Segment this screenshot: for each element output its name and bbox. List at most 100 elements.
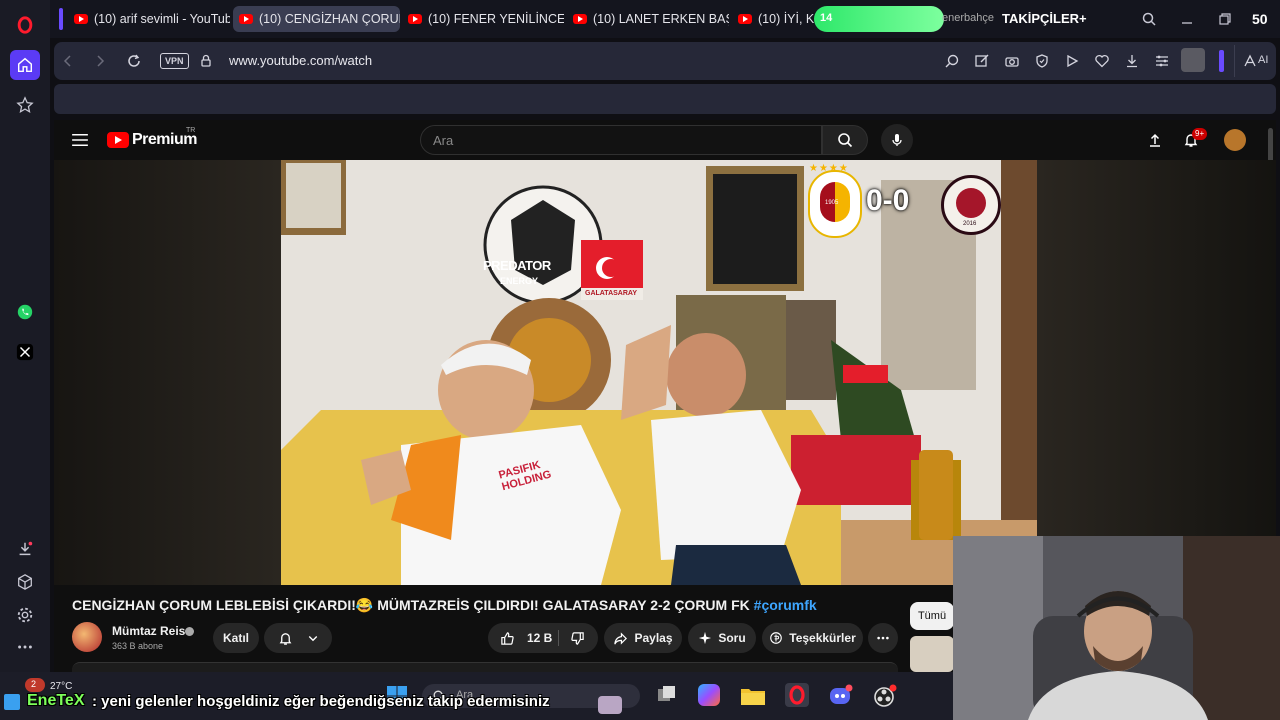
home-icon[interactable] <box>10 50 40 80</box>
youtube-favicon-icon <box>738 14 752 24</box>
obs-icon[interactable] <box>873 684 897 708</box>
ai-label[interactable]: AI <box>1258 54 1268 66</box>
recommended-thumbnail[interactable] <box>910 636 954 672</box>
edit-icon[interactable] <box>974 53 990 69</box>
verified-check-icon <box>185 627 194 636</box>
search-input[interactable]: Ara <box>420 125 822 155</box>
weather-badge: 2 <box>31 679 37 689</box>
shield-icon[interactable] <box>1034 53 1050 69</box>
tab-fener-yenilince[interactable]: (10) FENER YENİLİNCE DÜ <box>402 6 564 32</box>
search-button[interactable] <box>822 125 868 155</box>
extensions-cube-icon[interactable] <box>10 567 40 597</box>
download-icon[interactable] <box>1124 53 1140 69</box>
url-field[interactable]: www.youtube.com/watch <box>229 53 372 68</box>
tab-iyi-ko[interactable]: (10) İYİ, KÖ <box>732 6 816 32</box>
hamburger-menu-icon[interactable] <box>70 132 90 148</box>
lock-icon[interactable] <box>198 53 214 69</box>
channel-avatar[interactable] <box>72 622 102 652</box>
downloads-icon[interactable] <box>10 534 40 564</box>
subscribed-bell-button[interactable] <box>264 623 332 653</box>
tab-arif-sevimli[interactable]: (10) arif sevimli - YouTube <box>68 6 230 32</box>
address-bar: VPN www.youtube.com/watch AI <box>54 42 1276 80</box>
home-crest-year: 1905 <box>825 200 839 206</box>
description-box[interactable] <box>72 662 898 672</box>
back-icon[interactable] <box>60 53 76 69</box>
chip-all[interactable]: Tümü <box>910 602 954 630</box>
file-explorer-icon[interactable] <box>740 686 766 706</box>
chevron-down-icon <box>308 636 317 642</box>
youtube-logo-icon[interactable] <box>107 132 129 148</box>
country-code: TR <box>186 127 196 134</box>
like-dislike-group: 12 B <box>488 623 598 653</box>
youtube-header: Premium TR Ara 9+ <box>54 120 1276 228</box>
task-view-icon[interactable] <box>657 685 677 703</box>
play-icon[interactable] <box>1064 53 1080 69</box>
vpn-badge[interactable]: VPN <box>160 53 189 69</box>
join-button[interactable]: Katıl <box>213 623 259 653</box>
star-icon[interactable] <box>10 90 40 120</box>
bookmarks-bar <box>54 84 1276 114</box>
like-icon[interactable] <box>500 631 515 646</box>
chat-user-badge-icon <box>4 694 20 710</box>
reload-icon[interactable] <box>126 53 142 69</box>
discord-icon[interactable] <box>829 684 853 706</box>
tab-cengizhan-corum[interactable]: (10) CENGİZHAN ÇORUM <box>233 6 400 32</box>
upload-icon[interactable] <box>1146 131 1164 149</box>
aria-indicator <box>1219 50 1224 72</box>
more-dots-icon[interactable] <box>10 632 40 662</box>
thanks-button[interactable]: Teşekkürler <box>762 623 863 653</box>
tab-lanet-erken[interactable]: (10) LANET ERKEN BAŞLA <box>567 6 729 32</box>
search-placeholder: Ara <box>433 133 454 148</box>
profile-avatar[interactable] <box>1181 48 1205 72</box>
camera-icon[interactable] <box>1004 53 1020 69</box>
tab-label: (10) CENGİZHAN ÇORUM <box>259 12 400 26</box>
minimize-icon[interactable] <box>1178 10 1196 28</box>
share-label: Paylaş <box>634 631 673 645</box>
join-label: Katıl <box>222 631 249 645</box>
microphone-icon <box>892 134 902 146</box>
settings-gear-icon[interactable] <box>10 600 40 630</box>
heart-icon[interactable] <box>1094 53 1110 69</box>
away-crest-year: 2016 <box>963 221 977 227</box>
flag-text: GALATASARAY <box>585 290 637 297</box>
divider <box>1234 45 1235 77</box>
ticker-text: enerbahçe <box>942 12 994 24</box>
follower-counter: 14 <box>820 12 833 24</box>
chat-message: : yeni gelenler hoşgeldiniz eğer beğendi… <box>92 693 550 710</box>
weather-temp[interactable]: 27°C <box>50 681 72 692</box>
search-icon <box>838 133 853 148</box>
weather-icon[interactable]: 2 <box>25 678 45 692</box>
easy-setup-icon[interactable] <box>1154 53 1170 69</box>
more-horizontal-icon <box>877 636 889 640</box>
channel-name[interactable]: Mümtaz Reis <box>112 624 185 638</box>
page-search-icon[interactable] <box>944 53 960 69</box>
dislike-icon[interactable] <box>570 631 585 646</box>
tab-label: (10) LANET ERKEN BAŞLA <box>593 12 729 26</box>
tab-search-icon[interactable] <box>1140 10 1158 28</box>
mic-button[interactable] <box>881 124 913 156</box>
stars-icon: ★★★★ <box>809 163 849 174</box>
share-button[interactable]: Paylaş <box>604 623 682 653</box>
chat-emote-icon <box>598 696 622 714</box>
ask-button[interactable]: Soru <box>688 623 756 653</box>
opera-logo-icon[interactable] <box>10 10 40 40</box>
corum-fk-crest: 2016 <box>941 175 1001 235</box>
browser-sidebar <box>0 0 50 720</box>
whatsapp-icon[interactable] <box>10 297 40 327</box>
like-count[interactable]: 12 B <box>527 631 552 645</box>
youtube-favicon-icon <box>573 14 587 24</box>
video-frame: PREDATOR ENERGY GALATASARAY PASIFIK HOLD… <box>281 160 1037 585</box>
video-scene <box>281 160 1037 585</box>
video-player[interactable]: PREDATOR ENERGY GALATASARAY PASIFIK HOLD… <box>54 160 1276 585</box>
hashtag-link[interactable]: #çorumfk <box>754 597 817 613</box>
ai-sparkle-icon[interactable] <box>1242 53 1258 69</box>
opera-taskbar-icon[interactable] <box>785 683 809 707</box>
x-twitter-icon[interactable] <box>10 337 40 367</box>
forward-icon[interactable] <box>92 53 108 69</box>
subscriber-count: 363 B abone <box>112 641 164 651</box>
copilot-icon[interactable] <box>698 684 720 706</box>
more-actions-button[interactable] <box>868 623 898 653</box>
restore-icon[interactable] <box>1216 10 1234 28</box>
tab-label: (10) İYİ, KÖ <box>758 12 816 26</box>
user-avatar[interactable] <box>1224 129 1246 151</box>
